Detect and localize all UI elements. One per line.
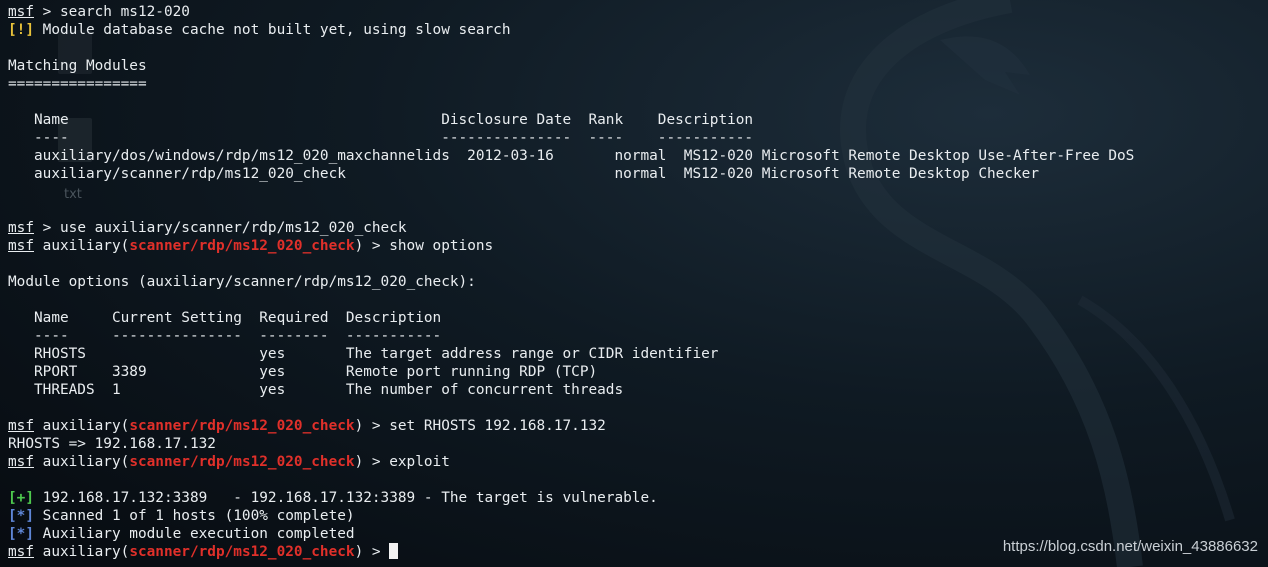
terminal-line: msf auxiliary(scanner/rdp/ms12_020_check…	[8, 237, 493, 255]
table-row: RHOSTS yes The target address range or C…	[8, 346, 719, 362]
command-text: > search ms12-020	[34, 4, 190, 20]
terminal-line: [+] 192.168.17.132:3389 - 192.168.17.132…	[8, 489, 658, 507]
terminal-line: [*] Scanned 1 of 1 hosts (100% complete)	[8, 507, 355, 525]
prompt-module-prefix: auxiliary(	[34, 454, 130, 470]
terminal-output[interactable]: msf > search ms12-020 [!] Module databas…	[0, 0, 1268, 567]
prompt-msf: msf	[8, 4, 34, 20]
terminal-line: msf auxiliary(scanner/rdp/ms12_020_check…	[8, 453, 450, 471]
section-heading: Matching Modules	[8, 58, 147, 74]
info-tag: [*]	[8, 526, 34, 542]
table-header: Name Disclosure Date Rank Description	[8, 112, 754, 128]
module-path: scanner/rdp/ms12_020_check	[129, 544, 355, 560]
table-row: auxiliary/dos/windows/rdp/ms12_020_maxch…	[8, 148, 1135, 164]
warning-tag: [!]	[8, 22, 34, 38]
output-line: RHOSTS => 192.168.17.132	[8, 436, 216, 452]
prompt-msf: msf	[8, 238, 34, 254]
command-text: ) > exploit	[354, 454, 450, 470]
output-text: Auxiliary module execution completed	[34, 526, 355, 542]
output-text: Scanned 1 of 1 hosts (100% complete)	[34, 508, 355, 524]
table-divider: ---- --------------- -------- ----------…	[8, 328, 442, 344]
module-path: scanner/rdp/ms12_020_check	[129, 418, 355, 434]
prompt-msf: msf	[8, 418, 34, 434]
module-path: scanner/rdp/ms12_020_check	[129, 454, 355, 470]
terminal-line: msf > search ms12-020	[8, 3, 190, 21]
command-text: ) > set RHOSTS 192.168.17.132	[354, 418, 606, 434]
terminal-line: msf > use auxiliary/scanner/rdp/ms12_020…	[8, 219, 407, 237]
terminal-input-line[interactable]: msf auxiliary(scanner/rdp/ms12_020_check…	[8, 543, 399, 561]
output-text: 192.168.17.132:3389 - 192.168.17.132:338…	[34, 490, 658, 506]
info-tag: [*]	[8, 508, 34, 524]
prompt-suffix: ) >	[354, 544, 390, 560]
terminal-line: msf auxiliary(scanner/rdp/ms12_020_check…	[8, 417, 606, 435]
success-tag: [+]	[8, 490, 34, 506]
table-divider: ---- --------------- ---- -----------	[8, 130, 754, 146]
table-row: THREADS 1 yes The number of concurrent t…	[8, 382, 624, 398]
heading-underline: ================	[8, 76, 147, 92]
command-text: > use auxiliary/scanner/rdp/ms12_020_che…	[34, 220, 407, 236]
module-path: scanner/rdp/ms12_020_check	[129, 238, 355, 254]
watermark: https://blog.csdn.net/weixin_43886632	[1002, 538, 1258, 555]
text-cursor[interactable]	[389, 543, 399, 559]
output-text: Module database cache not built yet, usi…	[34, 22, 511, 38]
terminal-line: [*] Auxiliary module execution completed	[8, 525, 355, 543]
prompt-module-prefix: auxiliary(	[34, 544, 130, 560]
prompt-module-prefix: auxiliary(	[34, 418, 130, 434]
terminal-line: [!] Module database cache not built yet,…	[8, 21, 511, 39]
prompt-module-prefix: auxiliary(	[34, 238, 130, 254]
table-header: Name Current Setting Required Descriptio…	[8, 310, 442, 326]
prompt-msf: msf	[8, 454, 34, 470]
prompt-msf: msf	[8, 544, 34, 560]
command-text: ) > show options	[354, 238, 494, 254]
section-heading: Module options (auxiliary/scanner/rdp/ms…	[8, 274, 476, 290]
prompt-msf: msf	[8, 220, 34, 236]
table-row: auxiliary/scanner/rdp/ms12_020_check nor…	[8, 166, 1040, 182]
table-row: RPORT 3389 yes Remote port running RDP (…	[8, 364, 598, 380]
